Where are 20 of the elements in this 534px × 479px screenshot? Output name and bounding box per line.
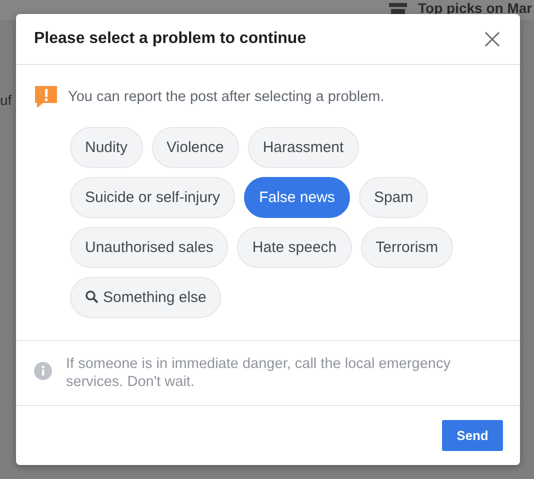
search-icon	[85, 290, 99, 304]
problem-chip[interactable]: Something else	[70, 276, 222, 318]
warning-icon	[34, 84, 58, 109]
send-button[interactable]: Send	[442, 420, 503, 451]
problem-chip[interactable]: Harassment	[248, 126, 359, 168]
problem-chip[interactable]: False news	[244, 176, 350, 218]
background-text: uf	[0, 92, 12, 108]
dialog-title: Please select a problem to continue	[34, 30, 306, 48]
problem-chip[interactable]: Terrorism	[360, 226, 454, 268]
problem-chip[interactable]: Unauthorised sales	[70, 226, 228, 268]
problem-chip[interactable]: Nudity	[70, 126, 143, 168]
feed-heading: Top picks on Mar	[418, 0, 532, 16]
info-text: If someone is in immediate danger, call the local emergency services. Don't wait.	[66, 355, 452, 392]
problem-chip[interactable]: Hate speech	[237, 226, 352, 268]
info-icon	[34, 362, 52, 380]
problem-chip[interactable]: Violence	[152, 126, 239, 168]
close-button[interactable]: ×	[478, 26, 506, 51]
problem-chip[interactable]: Suicide or self-injury	[70, 176, 236, 218]
problem-chip[interactable]: Spam	[358, 176, 428, 218]
notice-text: You can report the post after selecting a problem.	[68, 88, 384, 105]
